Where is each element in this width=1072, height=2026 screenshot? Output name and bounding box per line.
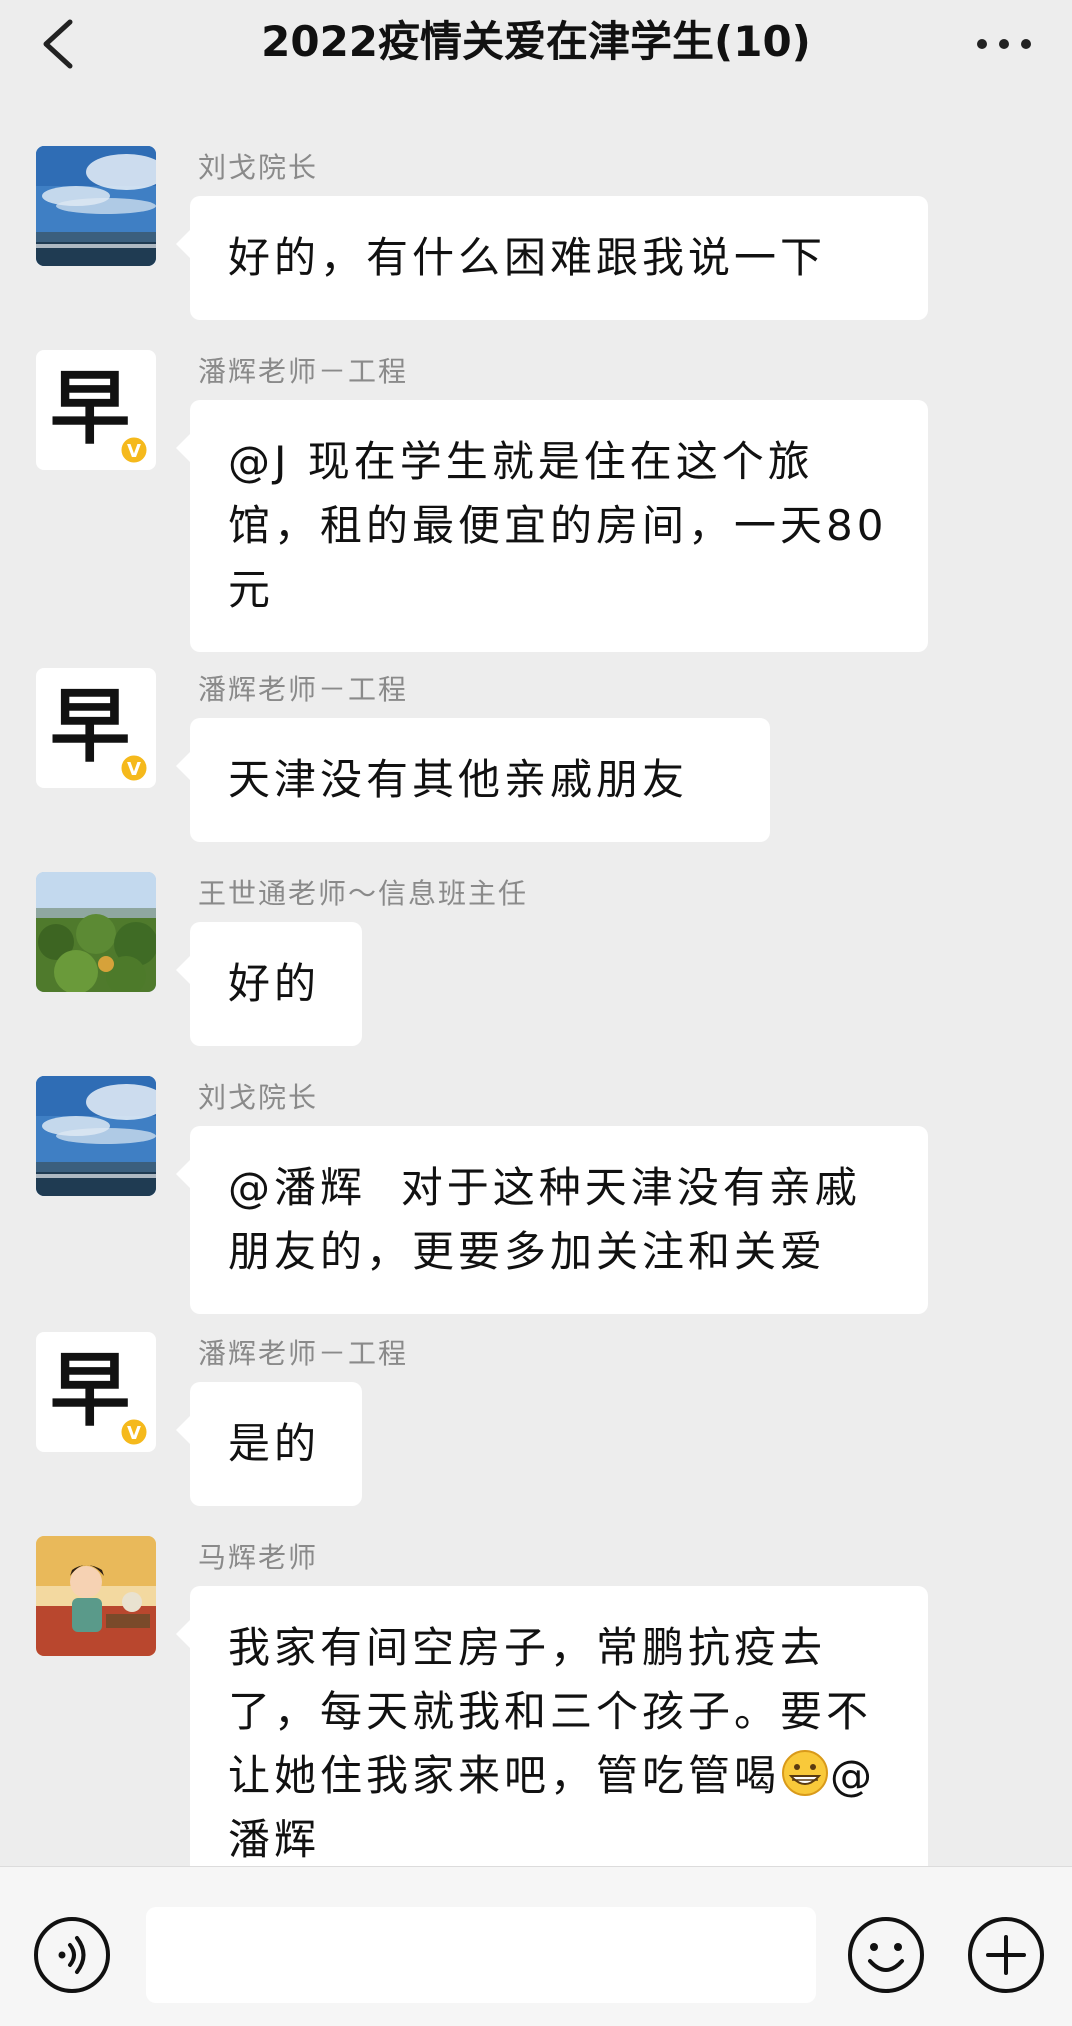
sender-name: 刘戈院长 [198,1081,319,1114]
sender-name: 刘戈院长 [198,151,319,184]
avatar-trees[interactable] [36,872,156,992]
message-input[interactable] [146,1907,816,2003]
message-text: 我家有间空房子，常鹏抗疫去了，每天就我和三个孩子。要不让她住我家来吧，管吃管喝 [228,1623,873,1800]
more-button[interactable] [974,26,1034,62]
sky-sea-photo [36,1076,156,1196]
plus-icon [964,1913,1048,1997]
smiley-icon [844,1913,928,1997]
avatar-calligraphy[interactable]: 早 V [36,350,156,470]
message-bubble[interactable]: 是的 [176,1382,362,1506]
sender-name: 王世通老师～信息班主任 [198,877,529,910]
chat-header: 2022疫情关爱在津学生(10) [0,0,1072,86]
back-button[interactable] [36,16,84,72]
svg-text:V: V [127,1423,141,1444]
svg-text:V: V [127,441,141,462]
avatar-sky-sea[interactable] [36,146,156,266]
plus-button[interactable] [964,1913,1048,1997]
message-list[interactable]: 刘戈院长 好的，有什么困难跟我说一下 早 V 潘辉老师－工程 @J 现在学生就是… [0,86,1072,1866]
input-bar [0,1866,1072,2026]
sender-name: 潘辉老师－工程 [198,1337,409,1370]
message-bubble[interactable]: 天津没有其他亲戚朋友 [176,718,770,842]
sender-name: 潘辉老师－工程 [198,355,409,388]
message-bubble[interactable]: @J 现在学生就是住在这个旅馆，租的最便宜的房间，一天80元 [176,400,928,652]
emoji-button[interactable] [844,1913,928,1997]
calligraphy-zao-verified: 早 V [36,350,156,470]
svg-text:早: 早 [50,1343,130,1437]
message-bubble[interactable]: 好的，有什么困难跟我说一下 [176,196,928,320]
voice-button[interactable] [30,1913,114,1997]
more-dots-icon [974,26,1034,62]
sender-name: 潘辉老师－工程 [198,673,409,706]
cartoon-illustration [36,1536,156,1656]
voice-icon [30,1913,114,1997]
chat-title: 2022疫情关爱在津学生(10) [261,17,811,66]
message-bubble[interactable]: 好的 [176,922,362,1046]
calligraphy-zao-verified: 早 V [36,1332,156,1452]
svg-text:早: 早 [50,361,130,455]
sky-sea-photo [36,146,156,266]
avatar-cartoon[interactable] [36,1536,156,1656]
chevron-left-icon [36,16,84,72]
svg-text:V: V [127,759,141,780]
trees-landscape-photo [36,872,156,992]
grinning-face-emoji [780,1748,830,1798]
calligraphy-zao-verified: 早 V [36,668,156,788]
avatar-sky-sea[interactable] [36,1076,156,1196]
svg-text:早: 早 [50,679,130,773]
sender-name: 马辉老师 [198,1541,319,1574]
message-bubble[interactable]: @潘辉 对于这种天津没有亲戚朋友的，更要多加关注和关爱 [176,1126,928,1314]
message-bubble[interactable]: 我家有间空房子，常鹏抗疫去了，每天就我和三个孩子。要不让她住我家来吧，管吃管喝 @… [176,1586,928,1866]
avatar-calligraphy[interactable]: 早 V [36,1332,156,1452]
avatar-calligraphy[interactable]: 早 V [36,668,156,788]
